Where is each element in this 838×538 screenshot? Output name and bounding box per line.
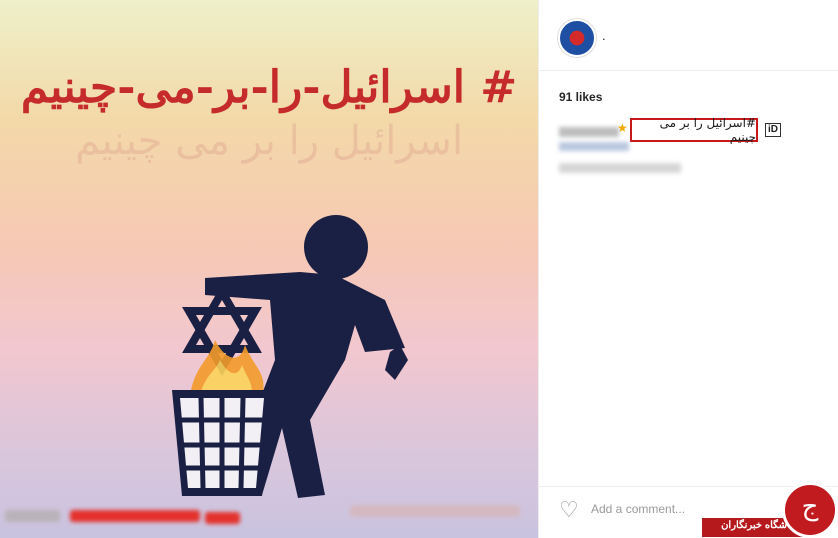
caption-hashtag-highlight[interactable]: #اسرائیل را بر می چینیم (630, 116, 758, 144)
blurred-text (205, 512, 240, 524)
blurred-username (559, 127, 619, 137)
blurred-text (5, 510, 60, 522)
watermark-logo-glyph: ج (801, 492, 819, 522)
blurred-text (70, 510, 200, 522)
trash-can (172, 390, 272, 496)
likes-count[interactable]: 91 likes (559, 90, 602, 104)
figure-illustration (172, 215, 408, 498)
figure-head (304, 215, 368, 279)
avatar[interactable] (558, 19, 596, 57)
blurred-date (559, 163, 681, 173)
post-image: # اسرائیل-را-بر-می-چینیم اسرائیل را بر م… (0, 0, 538, 538)
post-header: . (539, 0, 838, 71)
id-badge: iD (765, 123, 781, 137)
star-icon: ★ (617, 121, 628, 135)
blurred-link (559, 142, 629, 151)
post-sidebar: . 91 likes ★ #اسرائیل را بر می چینیم iD … (538, 0, 838, 538)
comment-input[interactable]: Add a comment... (591, 502, 685, 516)
heart-icon[interactable]: ♡ (559, 499, 579, 521)
blurred-text (350, 505, 520, 517)
username[interactable]: . (602, 28, 606, 43)
